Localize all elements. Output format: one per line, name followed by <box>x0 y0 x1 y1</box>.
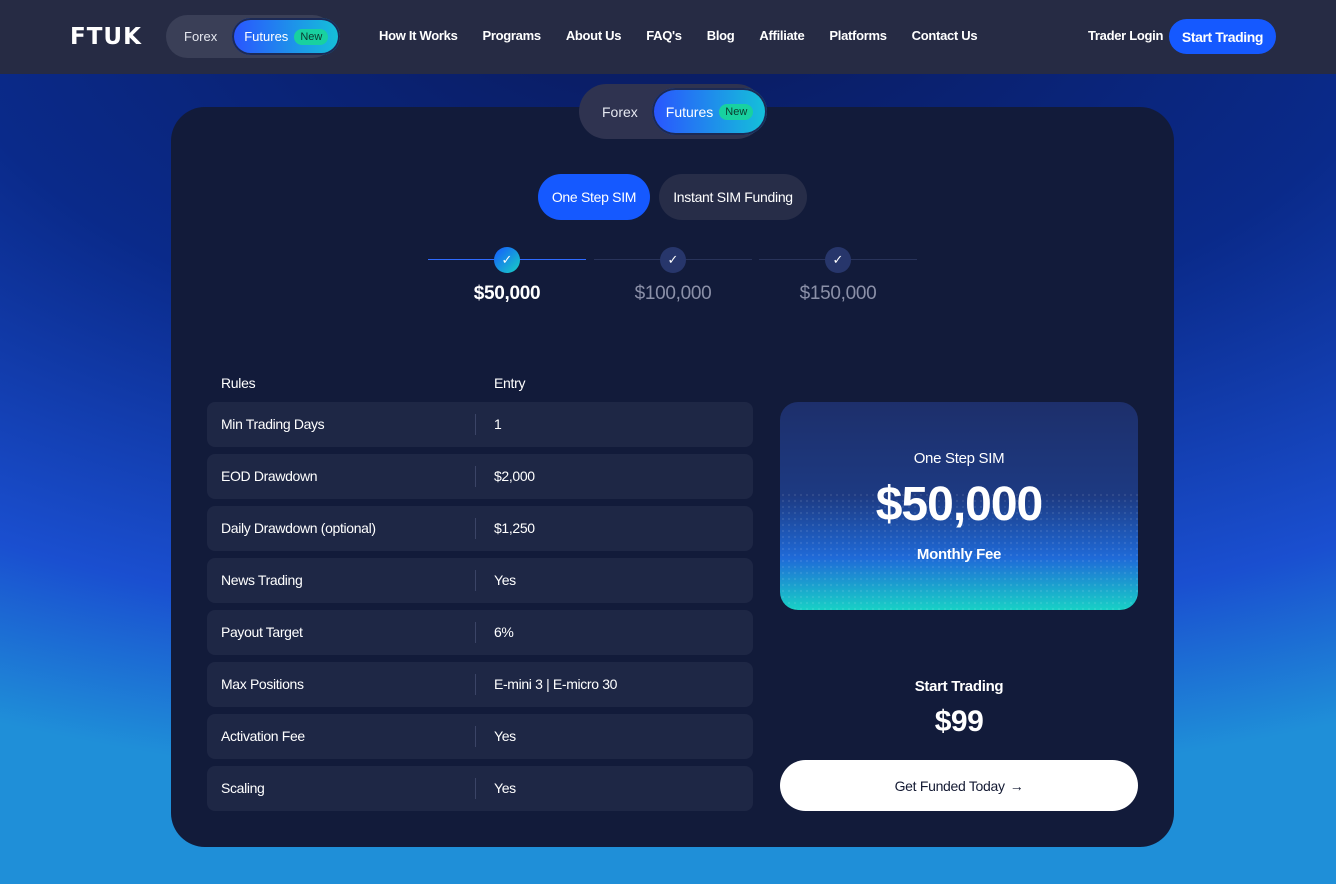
arrow-right-icon: → <box>1009 777 1024 794</box>
rule-row: Daily Drawdown (optional) $1,250 <box>207 506 753 551</box>
card-market-toggle[interactable]: Forex Futures New <box>579 84 768 139</box>
step-amount: $100,000 <box>634 283 712 304</box>
account-size-step-150k[interactable]: ✓ $150,000 <box>759 247 917 307</box>
nav-affiliate[interactable]: Affiliate <box>759 28 804 43</box>
new-badge: New <box>294 28 329 45</box>
nav-programs[interactable]: Programs <box>483 28 542 43</box>
rule-name: News Trading <box>221 572 303 588</box>
divider <box>475 570 476 591</box>
rules-column-header: Rules <box>221 375 256 391</box>
rule-value: Yes <box>494 572 516 588</box>
card-new-badge: New <box>719 103 754 120</box>
rule-name: Max Positions <box>221 676 304 692</box>
account-size-step-100k[interactable]: ✓ $100,000 <box>594 247 752 307</box>
rule-name: Scaling <box>221 780 265 796</box>
nav-blog[interactable]: Blog <box>707 28 735 43</box>
rule-row: News Trading Yes <box>207 558 753 603</box>
rule-row: Scaling Yes <box>207 766 753 811</box>
main-nav: How It Works Programs About Us FAQ's Blo… <box>379 28 1002 43</box>
rule-row: Payout Target 6% <box>207 610 753 655</box>
rule-value: Yes <box>494 728 516 744</box>
tab-instant-sim-funding[interactable]: Instant SIM Funding <box>659 174 807 220</box>
rule-row: EOD Drawdown $2,000 <box>207 454 753 499</box>
nav-contact-us[interactable]: Contact Us <box>912 28 978 43</box>
get-funded-label: Get Funded Today <box>894 777 1005 794</box>
program-type-tabs: One Step SIM Instant SIM Funding <box>538 174 807 220</box>
divider <box>475 622 476 643</box>
step-amount: $50,000 <box>473 283 541 304</box>
nav-about-us[interactable]: About Us <box>566 28 622 43</box>
check-icon: ✓ <box>494 247 520 273</box>
start-trading-label: Start Trading <box>914 678 1004 695</box>
divider <box>475 726 476 747</box>
account-size-step-50k[interactable]: ✓ $50,000 <box>428 247 586 307</box>
rule-value: 6% <box>494 624 514 640</box>
futures-label: Futures <box>244 29 289 44</box>
nav-faqs[interactable]: FAQ's <box>646 28 682 43</box>
price-panel: One Step SIM $50,000 Monthly Fee <box>780 402 1138 610</box>
rule-value: Yes <box>494 780 516 796</box>
check-icon: ✓ <box>825 247 851 273</box>
divider <box>475 778 476 799</box>
rule-value: $1,250 <box>494 520 535 536</box>
entry-column-header: Entry <box>494 375 526 391</box>
divider <box>475 466 476 487</box>
rule-name: Activation Fee <box>221 728 305 744</box>
tab-one-step-sim[interactable]: One Step SIM <box>538 174 650 220</box>
top-navbar: FTUK Forex Futures New How It Works Prog… <box>0 0 1336 74</box>
rule-name: EOD Drawdown <box>221 468 318 484</box>
price-panel-fee-label: Monthly Fee <box>916 546 1002 563</box>
rule-name: Min Trading Days <box>221 416 325 432</box>
start-trading-button[interactable]: Start Trading <box>1169 19 1276 54</box>
trader-login-link[interactable]: Trader Login <box>1088 28 1163 43</box>
rule-name: Daily Drawdown (optional) <box>221 520 376 536</box>
divider <box>475 518 476 539</box>
rules-table: Min Trading Days 1 EOD Drawdown $2,000 D… <box>207 402 753 818</box>
start-trading-price: $99 <box>934 705 984 738</box>
price-panel-program: One Step SIM <box>913 450 1005 467</box>
futures-option[interactable]: Futures New <box>232 18 341 55</box>
rule-value: 1 <box>494 416 502 432</box>
step-amount: $150,000 <box>799 283 877 304</box>
card-futures-option[interactable]: Futures New <box>651 88 768 135</box>
divider <box>475 674 476 695</box>
market-toggle[interactable]: Forex Futures New <box>166 15 341 58</box>
rule-value: E-mini 3 | E-micro 30 <box>494 676 618 692</box>
divider <box>475 414 476 435</box>
card-forex-option[interactable]: Forex <box>583 104 652 120</box>
nav-how-it-works[interactable]: How It Works <box>379 28 458 43</box>
price-panel-amount: $50,000 <box>875 478 1044 531</box>
forex-option[interactable]: Forex <box>169 29 232 44</box>
nav-platforms[interactable]: Platforms <box>829 28 887 43</box>
rule-row: Min Trading Days 1 <box>207 402 753 447</box>
get-funded-button[interactable]: Get Funded Today → <box>780 760 1138 811</box>
check-icon: ✓ <box>660 247 686 273</box>
rule-row: Max Positions E-mini 3 | E-micro 30 <box>207 662 753 707</box>
ftuk-logo[interactable]: FTUK <box>70 24 142 50</box>
rule-value: $2,000 <box>494 468 535 484</box>
rule-name: Payout Target <box>221 624 303 640</box>
card-futures-label: Futures <box>665 103 714 120</box>
rule-row: Activation Fee Yes <box>207 714 753 759</box>
